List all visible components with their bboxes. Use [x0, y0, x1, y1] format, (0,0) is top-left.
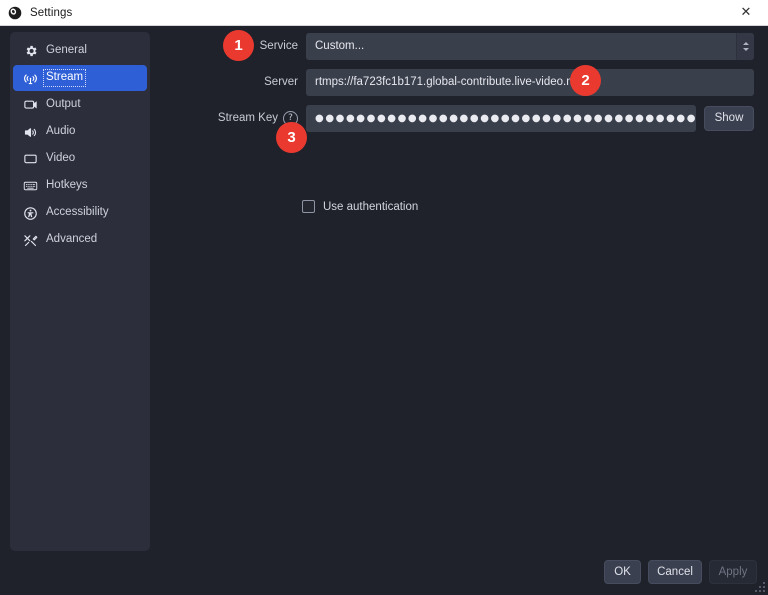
sidebar-item-label: Stream — [42, 69, 87, 87]
apply-button: Apply — [709, 560, 757, 584]
show-stream-key-button[interactable]: Show — [704, 105, 754, 131]
sidebar-item-output[interactable]: Output — [13, 92, 147, 118]
server-row: Server rtmps://fa723fc1b171.global-contr… — [158, 68, 760, 96]
keyboard-icon — [23, 179, 38, 194]
cancel-button[interactable]: Cancel — [648, 560, 702, 584]
stream-key-label: Stream Key — [217, 112, 278, 124]
speaker-icon — [23, 125, 38, 140]
use-authentication-label: Use authentication — [323, 200, 419, 213]
settings-window: Settings ✕ General Stream Output Audio V… — [0, 0, 768, 595]
sidebar-item-label: Video — [46, 152, 76, 165]
sidebar-item-label: Accessibility — [46, 206, 109, 219]
updown-chevron-icon[interactable] — [736, 32, 754, 60]
obs-logo-icon — [8, 6, 22, 19]
sidebar-item-video[interactable]: Video — [13, 146, 147, 172]
sidebar-item-general[interactable]: General — [13, 38, 147, 64]
sidebar-item-accessibility[interactable]: Accessibility — [13, 200, 147, 226]
sidebar-item-stream[interactable]: Stream — [13, 65, 147, 91]
settings-sidebar: General Stream Output Audio Video Hotkey… — [10, 32, 150, 551]
stream-key-field[interactable]: ●●●●●●●●●●●●●●●●●●●●●●●●●●●●●●●●●●●●●●●●… — [306, 104, 696, 132]
sidebar-item-hotkeys[interactable]: Hotkeys — [13, 173, 147, 199]
ok-button[interactable]: OK — [604, 560, 641, 584]
sidebar-item-advanced[interactable]: Advanced — [13, 227, 147, 253]
annotation-badge-3: 3 — [276, 122, 307, 153]
stream-key-label-group: Stream Key ? — [158, 110, 298, 126]
server-field[interactable]: rtmps://fa723fc1b171.global-contribute.l… — [306, 68, 754, 96]
title-bar: Settings ✕ — [0, 0, 768, 26]
window-title: Settings — [30, 6, 73, 19]
annotation-badge-2: 2 — [570, 65, 601, 96]
stream-settings-pane: Service Custom... Server rtmps://fa723fc… — [158, 30, 760, 550]
server-label: Server — [264, 76, 298, 88]
monitor-icon — [23, 152, 38, 167]
stream-key-row: Stream Key ? ●●●●●●●●●●●●●●●●●●●●●●●●●●●… — [158, 104, 760, 132]
sidebar-item-label: Hotkeys — [46, 179, 88, 192]
service-value: Custom... — [315, 40, 365, 52]
close-icon[interactable]: ✕ — [724, 0, 768, 25]
output-screen-icon — [23, 98, 38, 113]
broadcast-icon — [23, 71, 38, 86]
sidebar-item-label: General — [46, 44, 87, 57]
service-select[interactable]: Custom... — [306, 32, 754, 60]
server-value: rtmps://fa723fc1b171.global-contribute.l… — [315, 76, 583, 88]
tools-icon — [23, 233, 38, 248]
use-authentication-row[interactable]: Use authentication — [302, 200, 418, 213]
sidebar-item-audio[interactable]: Audio — [13, 119, 147, 145]
annotation-badge-1: 1 — [223, 30, 254, 61]
use-authentication-checkbox[interactable] — [302, 200, 315, 213]
resize-grip[interactable] — [755, 582, 765, 592]
stream-key-value: ●●●●●●●●●●●●●●●●●●●●●●●●●●●●●●●●●●●●●●●●… — [315, 112, 695, 124]
sidebar-item-label: Advanced — [46, 233, 98, 246]
sidebar-item-label: Audio — [46, 125, 76, 138]
accessibility-icon — [23, 206, 38, 221]
sidebar-item-label: Output — [46, 98, 81, 111]
gear-icon — [23, 44, 38, 59]
